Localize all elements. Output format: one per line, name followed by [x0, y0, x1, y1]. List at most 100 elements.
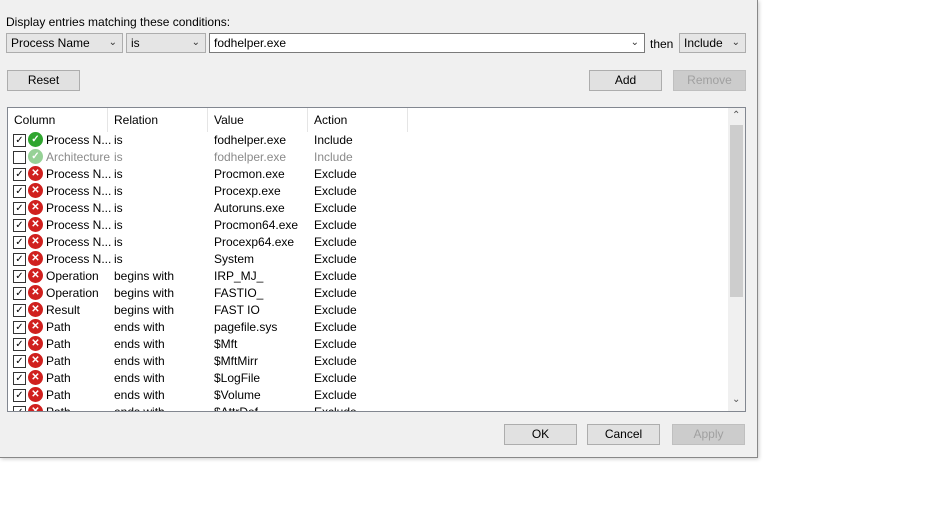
row-relation: is: [114, 167, 123, 181]
row-relation: begins with: [114, 269, 175, 283]
column-select[interactable]: Process Name ⌄: [6, 33, 123, 53]
scroll-up-icon[interactable]: ⌃: [732, 110, 740, 121]
row-column: Path: [46, 388, 71, 402]
row-checkbox[interactable]: ✓: [13, 185, 26, 198]
row-value: $LogFile: [214, 371, 261, 385]
row-relation: is: [114, 201, 123, 215]
row-value: fodhelper.exe: [214, 150, 287, 164]
row-checkbox[interactable]: ✓: [13, 202, 26, 215]
row-relation: ends with: [114, 354, 165, 368]
row-checkbox[interactable]: ✓: [13, 304, 26, 317]
row-relation: ends with: [114, 405, 165, 412]
vertical-scrollbar[interactable]: ⌃ ⌄: [728, 108, 745, 411]
apply-button[interactable]: Apply: [672, 424, 745, 445]
row-action: Exclude: [314, 303, 357, 317]
filter-row[interactable]: ✓ ✓ Process N... is fodhelper.exe Include: [8, 132, 730, 149]
row-checkbox[interactable]: ✓: [13, 406, 26, 411]
row-checkbox[interactable]: ✓: [13, 270, 26, 283]
row-action: Exclude: [314, 320, 357, 334]
relation-select[interactable]: is ⌄: [126, 33, 206, 53]
filter-row[interactable]: ✓ ✕ Path ends with pagefile.sys Exclude: [8, 319, 730, 336]
include-check-icon: ✓: [28, 149, 43, 164]
row-checkbox[interactable]: ✓: [13, 389, 26, 402]
exclude-x-icon: ✕: [28, 319, 43, 334]
exclude-x-icon: ✕: [28, 302, 43, 317]
header-action[interactable]: Action: [308, 108, 408, 132]
add-button[interactable]: Add: [589, 70, 662, 91]
header-value[interactable]: Value: [208, 108, 308, 132]
row-relation: is: [114, 235, 123, 249]
row-checkbox[interactable]: ✓: [13, 355, 26, 368]
row-checkbox[interactable]: ✓: [13, 253, 26, 266]
row-relation: is: [114, 218, 123, 232]
row-value: fodhelper.exe: [214, 133, 287, 147]
filter-row[interactable]: ✓ ✕ Process N... is Procmon64.exe Exclude: [8, 217, 730, 234]
filter-row[interactable]: ✓ ✕ Path ends with $Volume Exclude: [8, 387, 730, 404]
row-checkbox[interactable]: ✓: [13, 287, 26, 300]
row-action: Exclude: [314, 201, 357, 215]
cancel-button[interactable]: Cancel: [587, 424, 660, 445]
filter-row[interactable]: ✓ ✕ Path ends with $Mft Exclude: [8, 336, 730, 353]
row-column: Path: [46, 405, 71, 412]
row-value: Autoruns.exe: [214, 201, 285, 215]
row-checkbox[interactable]: ✓: [13, 134, 26, 147]
row-action: Exclude: [314, 354, 357, 368]
filter-row[interactable]: ✓ ✕ Result begins with FAST IO Exclude: [8, 302, 730, 319]
value-input-text: fodhelper.exe: [214, 36, 287, 50]
filter-row[interactable]: ✓ ✕ Operation begins with FASTIO_ Exclude: [8, 285, 730, 302]
row-column: Process N...: [46, 218, 112, 232]
chevron-down-icon: ⌄: [108, 37, 117, 48]
filter-list[interactable]: Column Relation Value Action ✓ ✓ Process N…: [7, 107, 746, 412]
row-relation: is: [114, 184, 123, 198]
row-checkbox[interactable]: ✓: [13, 236, 26, 249]
row-value: $MftMirr: [214, 354, 258, 368]
filter-row[interactable]: ✓ ✕ Process N... is System Exclude: [8, 251, 730, 268]
ok-button[interactable]: OK: [504, 424, 577, 445]
filter-row[interactable]: ✓ ✕ Operation begins with IRP_MJ_ Exclude: [8, 268, 730, 285]
filter-row[interactable]: ✓ ✕ Process N... is Procexp.exe Exclude: [8, 183, 730, 200]
row-value: System: [214, 252, 255, 266]
row-checkbox[interactable]: ✓: [13, 321, 26, 334]
remove-button[interactable]: Remove: [673, 70, 746, 91]
row-checkbox[interactable]: [13, 151, 26, 164]
row-action: Exclude: [314, 235, 357, 249]
row-action: Exclude: [314, 337, 357, 351]
value-input[interactable]: fodhelper.exe ⌄: [209, 33, 645, 53]
row-action: Exclude: [314, 167, 357, 181]
filter-row[interactable]: ✓ ✕ Process N... is Procexp64.exe Exclude: [8, 234, 730, 251]
row-column: Path: [46, 354, 71, 368]
row-relation: ends with: [114, 371, 165, 385]
row-checkbox[interactable]: ✓: [13, 338, 26, 351]
row-column: Process N...: [46, 235, 112, 249]
row-action: Exclude: [314, 371, 357, 385]
row-checkbox[interactable]: ✓: [13, 219, 26, 232]
row-value: Procexp.exe: [214, 184, 281, 198]
exclude-x-icon: ✕: [28, 200, 43, 215]
row-action: Exclude: [314, 218, 357, 232]
exclude-x-icon: ✕: [28, 217, 43, 232]
row-relation: begins with: [114, 286, 175, 300]
row-action: Exclude: [314, 286, 357, 300]
action-select[interactable]: Include ⌄: [679, 33, 746, 53]
exclude-x-icon: ✕: [28, 370, 43, 385]
header-column[interactable]: Column: [8, 108, 108, 132]
filter-row[interactable]: ✓✕Path ends with $AttrDef Exclude: [8, 404, 730, 412]
row-value: Procmon.exe: [214, 167, 285, 181]
row-checkbox[interactable]: ✓: [13, 168, 26, 181]
filter-row[interactable]: ✓ ✕ Path ends with $MftMirr Exclude: [8, 353, 730, 370]
filter-row[interactable]: ✓ ✕ Process N... is Autoruns.exe Exclude: [8, 200, 730, 217]
row-relation: is: [114, 252, 123, 266]
filter-row[interactable]: ✓ ✕ Process N... is Procmon.exe Exclude: [8, 166, 730, 183]
row-action: Include: [314, 150, 353, 164]
exclude-x-icon: ✕: [28, 183, 43, 198]
reset-button[interactable]: Reset: [7, 70, 80, 91]
filter-row[interactable]: ✓ Architecture is fodhelper.exe Include: [8, 149, 730, 166]
header-relation[interactable]: Relation: [108, 108, 208, 132]
row-column: Result: [46, 303, 81, 317]
scrollbar-thumb[interactable]: [730, 125, 743, 297]
row-checkbox[interactable]: ✓: [13, 372, 26, 385]
row-column: Operation: [46, 286, 99, 300]
filter-row[interactable]: ✓ ✕ Path ends with $LogFile Exclude: [8, 370, 730, 387]
scroll-down-icon[interactable]: ⌄: [732, 394, 740, 405]
row-value: FAST IO: [214, 303, 260, 317]
